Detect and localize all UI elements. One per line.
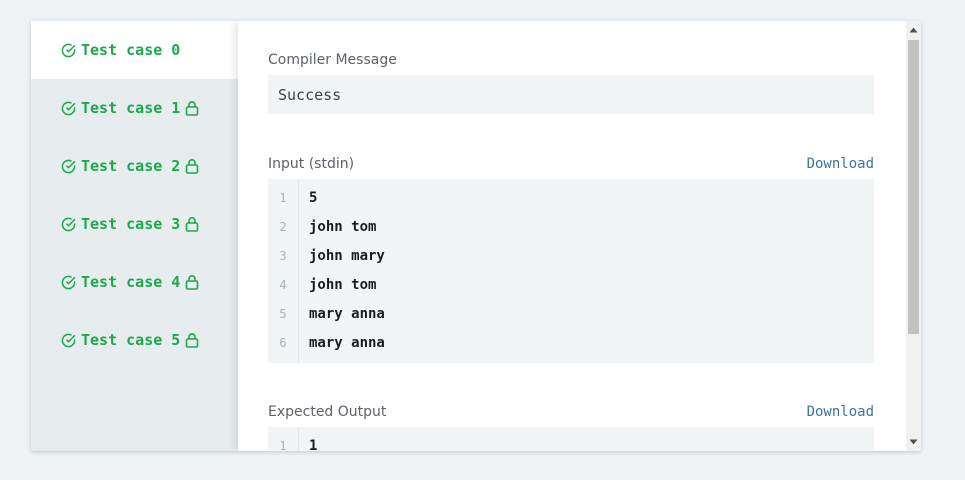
code-line: 3 john mary: [268, 242, 874, 271]
tab-label: Test case 2: [81, 157, 181, 175]
compiler-message-label: Compiler Message: [268, 52, 397, 68]
lock-icon: [186, 217, 199, 232]
tab-test-case-0[interactable]: Test case 0: [31, 21, 238, 79]
check-circle-icon: [61, 101, 76, 115]
tab-label: Test case 0: [81, 41, 181, 59]
lock-icon: [186, 333, 199, 348]
tab-test-case-4[interactable]: Test case 4: [31, 253, 238, 311]
check-circle-icon: [61, 43, 76, 57]
tab-label: Test case 1: [81, 99, 181, 117]
test-case-sidebar: Test case 0 Test case 1 Test case 2 Test…: [31, 21, 238, 451]
test-results-panel: Test case 0 Test case 1 Test case 2 Test…: [31, 21, 921, 451]
lock-icon: [186, 275, 199, 290]
code-line: 5 mary anna: [268, 300, 874, 329]
line-number: 6: [279, 336, 287, 350]
line-content: john tom: [309, 219, 377, 235]
tab-test-case-1[interactable]: Test case 1: [31, 79, 238, 137]
vertical-scrollbar[interactable]: [906, 21, 921, 451]
input-label: Input (stdin): [268, 156, 355, 172]
input-code-box: 1 5 2 john tom 3 john mary 4 john tom 5 …: [268, 179, 874, 363]
tab-label: Test case 3: [81, 215, 181, 233]
line-content: 1: [309, 438, 318, 451]
scrollbar-thumb[interactable]: [908, 40, 919, 334]
line-number: 3: [279, 249, 287, 263]
line-number: 1: [279, 191, 287, 205]
tab-label: Test case 4: [81, 273, 181, 291]
lock-icon: [186, 159, 199, 174]
line-number: 5: [279, 307, 287, 321]
code-line: 6 mary anna: [268, 329, 874, 358]
code-line: 1 5: [268, 184, 874, 213]
line-content: mary anna: [309, 335, 385, 351]
line-content: john tom: [309, 277, 377, 293]
compiler-message-box: Success: [268, 75, 874, 114]
code-line: 1 1: [268, 432, 874, 451]
tab-test-case-5[interactable]: Test case 5: [31, 311, 238, 369]
line-number: 4: [279, 278, 287, 292]
scroll-down-arrow-icon[interactable]: [909, 439, 918, 445]
test-case-details: Compiler Message Success Input (stdin) D…: [238, 21, 921, 451]
expected-output-label: Expected Output: [268, 404, 387, 420]
expected-output-code-box: 1 1: [268, 427, 874, 451]
line-content: john mary: [309, 248, 385, 264]
check-circle-icon: [61, 333, 76, 347]
tab-test-case-3[interactable]: Test case 3: [31, 195, 238, 253]
scroll-up-arrow-icon[interactable]: [909, 27, 918, 33]
check-circle-icon: [61, 217, 76, 231]
check-circle-icon: [61, 159, 76, 173]
tab-test-case-2[interactable]: Test case 2: [31, 137, 238, 195]
tab-label: Test case 5: [81, 331, 181, 349]
line-content: 5: [309, 190, 318, 206]
lock-icon: [186, 101, 199, 116]
check-circle-icon: [61, 275, 76, 289]
line-content: mary anna: [309, 306, 385, 322]
code-line: 4 john tom: [268, 271, 874, 300]
expected-output-download-link[interactable]: Download: [807, 404, 874, 420]
code-line: 2 john tom: [268, 213, 874, 242]
line-number: 1: [279, 439, 287, 451]
input-download-link[interactable]: Download: [807, 156, 874, 172]
line-number: 2: [279, 220, 287, 234]
